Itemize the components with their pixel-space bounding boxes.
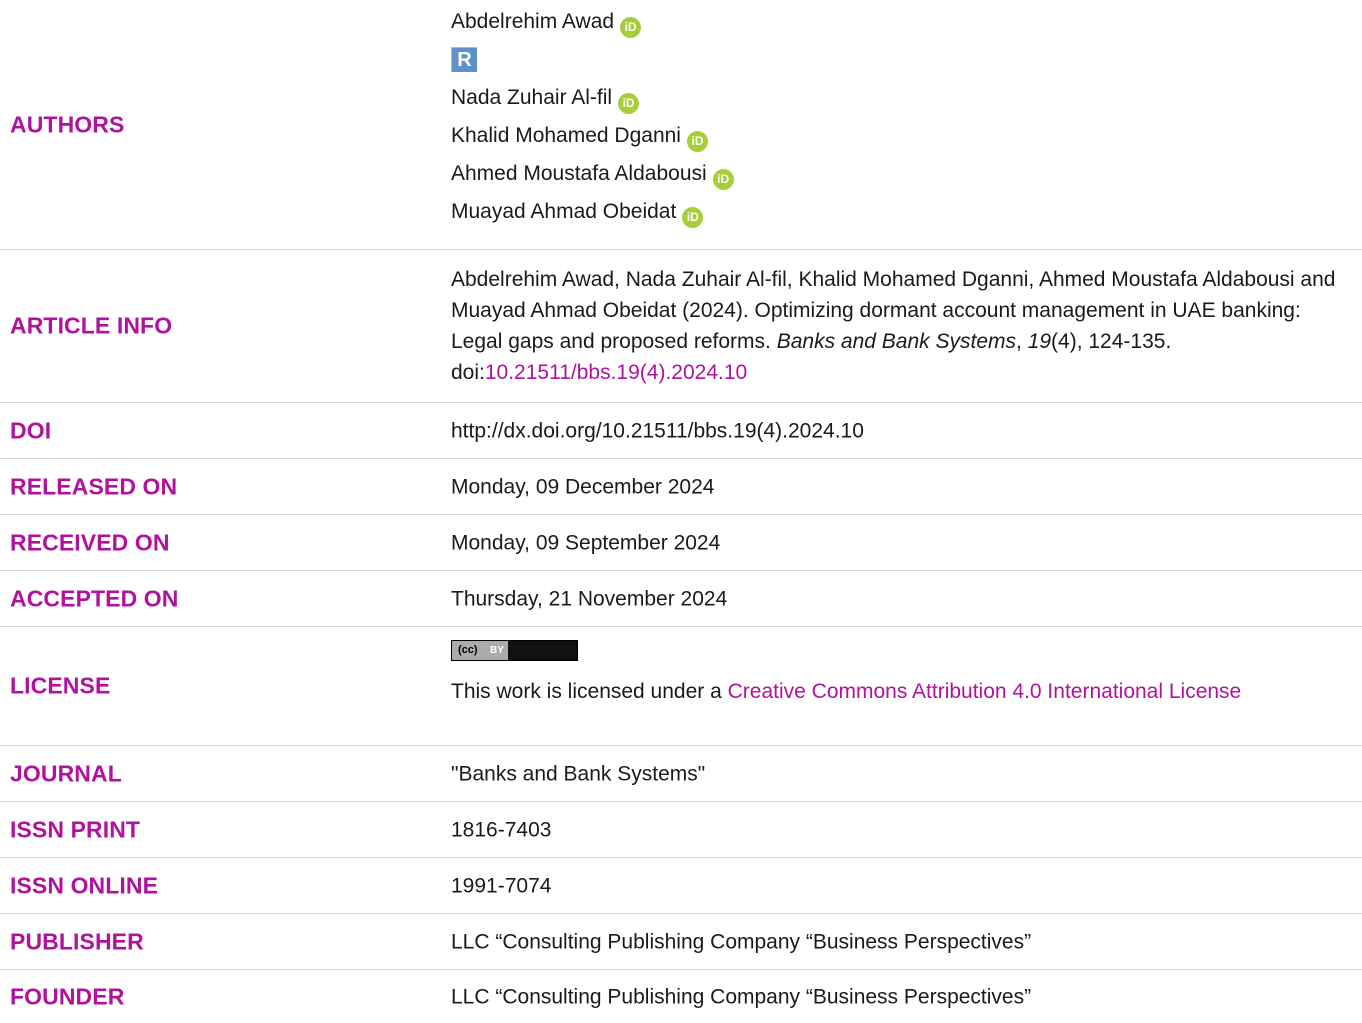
orcid-icon[interactable]: iD xyxy=(620,17,642,38)
accepted-on-label: ACCEPTED ON xyxy=(10,585,179,611)
journal-row: JOURNAL "Banks and Bank Systems" xyxy=(0,746,1362,802)
issn-print-value: 1816-7403 xyxy=(451,818,552,841)
issn-print-label: ISSN PRINT xyxy=(10,816,141,842)
author-item: Abdelrehim Awad iD xyxy=(451,6,1358,44)
publisher-value: LLC “Consulting Publishing Company “Busi… xyxy=(451,930,1032,953)
released-on-row: RELEASED ON Monday, 09 December 2024 xyxy=(0,459,1362,515)
license-link[interactable]: Creative Commons Attribution 4.0 Interna… xyxy=(728,680,1242,703)
researcher-id-icon[interactable]: R xyxy=(451,47,477,72)
authors-label: AUTHORS xyxy=(10,111,125,137)
accepted-on-row: ACCEPTED ON Thursday, 21 November 2024 xyxy=(0,571,1362,627)
author-item: Muayad Ahmad Obeidat iD xyxy=(451,196,1358,234)
citation-journal: Banks and Bank Systems xyxy=(776,330,1017,353)
author-name: Nada Zuhair Al-fil xyxy=(451,86,613,109)
author-name: Muayad Ahmad Obeidat xyxy=(451,200,677,223)
orcid-icon[interactable]: iD xyxy=(712,169,734,190)
article-citation: Abdelrehim Awad, Nada Zuhair Al-fil, Kha… xyxy=(451,264,1358,388)
author-item: Nada Zuhair Al-fil iD xyxy=(451,82,1358,120)
author-name: Khalid Mohamed Dganni xyxy=(451,124,681,147)
accepted-on-value: Thursday, 21 November 2024 xyxy=(451,587,728,610)
doi-row: DOI http://dx.doi.org/10.21511/bbs.19(4)… xyxy=(0,403,1362,459)
doi-label: DOI xyxy=(10,417,52,443)
received-on-value: Monday, 09 September 2024 xyxy=(451,531,721,554)
founder-row: FOUNDER LLC “Consulting Publishing Compa… xyxy=(0,970,1362,1023)
orcid-icon[interactable]: iD xyxy=(686,131,708,152)
article-info-row: ARTICLE INFO Abdelrehim Awad, Nada Zuhai… xyxy=(0,250,1362,403)
researcher-id-line: R xyxy=(451,44,1358,82)
issn-online-label: ISSN ONLINE xyxy=(10,872,159,898)
citation-volume: 19 xyxy=(1027,330,1052,353)
cc-by-badge-icon[interactable]: (cc) BY xyxy=(451,640,578,661)
authors-list: Abdelrehim Awad iD R Nada Zuhair Al-fil iD… xyxy=(451,6,1358,234)
license-value: (cc) BY This work is licensed under a Cr… xyxy=(451,640,1358,707)
author-name: Abdelrehim Awad xyxy=(451,10,615,33)
issn-online-row: ISSN ONLINE 1991-7074 xyxy=(0,858,1362,914)
released-on-value: Monday, 09 December 2024 xyxy=(451,475,715,498)
founder-value: LLC “Consulting Publishing Company “Busi… xyxy=(451,985,1032,1008)
received-on-row: RECEIVED ON Monday, 09 September 2024 xyxy=(0,515,1362,571)
author-item: Ahmed Moustafa Aldabousi iD xyxy=(451,158,1358,196)
publisher-label: PUBLISHER xyxy=(10,928,144,954)
author-name: Ahmed Moustafa Aldabousi xyxy=(451,162,707,185)
license-text: This work is licensed under a xyxy=(451,680,728,703)
citation-comma: , xyxy=(1016,330,1028,353)
license-row: LICENSE (cc) BY This work is licensed un… xyxy=(0,627,1362,746)
author-item: Khalid Mohamed Dganni iD xyxy=(451,120,1358,158)
by-icon: BY xyxy=(490,645,504,656)
released-on-label: RELEASED ON xyxy=(10,473,178,499)
issn-print-row: ISSN PRINT 1816-7403 xyxy=(0,802,1362,858)
publisher-row: PUBLISHER LLC “Consulting Publishing Com… xyxy=(0,914,1362,970)
authors-row: AUTHORS Abdelrehim Awad iD R Nada Zuhair … xyxy=(0,0,1362,250)
license-label: LICENSE xyxy=(10,672,111,699)
article-metadata-table: AUTHORS Abdelrehim Awad iD R Nada Zuhair … xyxy=(0,0,1362,1023)
founder-label: FOUNDER xyxy=(10,983,125,1009)
article-info-label: ARTICLE INFO xyxy=(10,312,173,339)
orcid-icon[interactable]: iD xyxy=(618,93,640,114)
issn-online-value: 1991-7074 xyxy=(451,874,552,897)
received-on-label: RECEIVED ON xyxy=(10,529,170,555)
journal-label: JOURNAL xyxy=(10,760,122,786)
doi-link[interactable]: 10.21511/bbs.19(4).2024.10 xyxy=(485,361,747,384)
doi-value: http://dx.doi.org/10.21511/bbs.19(4).202… xyxy=(451,419,864,442)
journal-value: "Banks and Bank Systems" xyxy=(451,762,706,785)
orcid-icon[interactable]: iD xyxy=(682,207,704,228)
